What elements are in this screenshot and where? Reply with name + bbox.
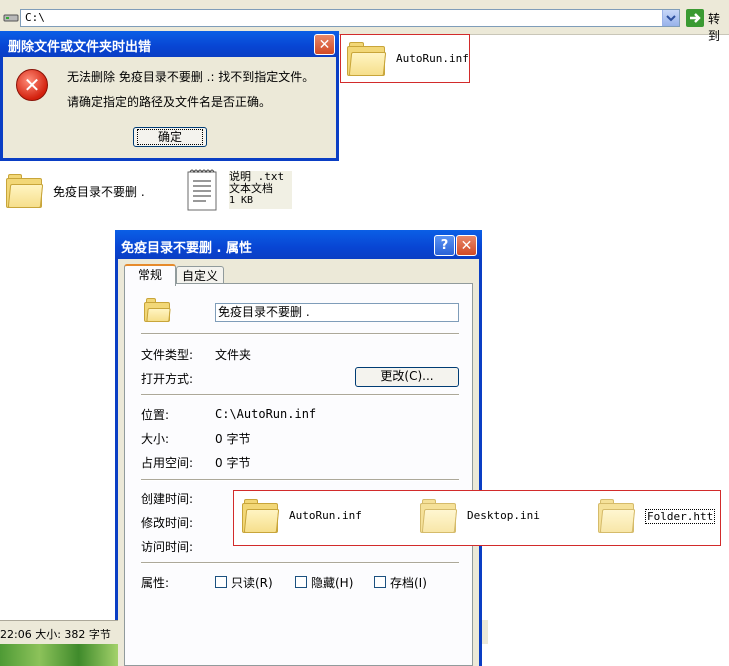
status-bar-fragment [482,620,488,644]
disk-size-label: 占用空间: [141,456,194,470]
type-label: 文件类型: [141,348,194,362]
error-hint: 请确定指定的路径及文件名是否正确。 [67,95,272,109]
go-button[interactable] [686,9,704,27]
go-label[interactable]: 转到 [708,10,729,44]
error-dialog: 删除文件或文件夹时出错 ✕ ✕ 无法删除 免疫目录不要删 .: 找不到指定文件。… [0,31,339,161]
close-icon: ✕ [318,37,331,53]
drive-icon [3,14,19,22]
close-button[interactable]: ✕ [314,34,335,55]
folder-name-input[interactable]: 免疫目录不要删 . [215,303,459,322]
address-bar: C:\ 转到 [0,0,729,43]
autorun-file-name[interactable]: AutoRun.inf [396,52,469,65]
tab-general[interactable]: 常规 [124,264,176,286]
archive-checkbox[interactable] [374,576,386,588]
properties-title: 免疫目录不要删 . 属性 [121,241,252,256]
file-desktop-ini[interactable]: Desktop.ini [467,509,540,522]
change-button[interactable]: 更改(C)... [355,367,459,387]
help-button[interactable]: ? [434,235,455,256]
location-value: C:\AutoRun.inf [215,407,317,421]
general-panel: 免疫目录不要删 . 文件类型: 文件夹 打开方式: 更改(C)... 位置: C… [124,283,473,666]
created-label: 创建时间: [141,492,194,506]
hidden-label[interactable]: 隐藏(H) [311,574,353,591]
folder-icon[interactable] [242,499,280,533]
error-dialog-titlebar[interactable]: 删除文件或文件夹时出错 ✕ [0,31,339,57]
ok-button-label: 确定 [137,129,203,145]
folder-icon[interactable] [347,42,387,76]
folder-icon[interactable] [6,174,44,208]
attributes-label: 属性: [141,576,170,590]
address-input[interactable]: C:\ [20,9,680,27]
archive-label[interactable]: 存档(I) [390,574,427,591]
folder-icon[interactable] [420,499,458,533]
hidden-checkbox[interactable] [295,576,307,588]
disk-size-value: 0 字节 [215,456,251,470]
accessed-label: 访问时间: [141,540,194,554]
readonly-checkbox[interactable] [215,576,227,588]
txt-file-size: 1 KB [229,195,254,206]
help-icon: ? [440,238,449,253]
folder-icon[interactable] [598,499,636,533]
properties-titlebar[interactable]: 免疫目录不要删 . 属性 ? ✕ [115,230,482,259]
location-label: 位置: [141,408,170,422]
type-value: 文件夹 [215,348,252,362]
error-dialog-title: 删除文件或文件夹时出错 [8,40,152,55]
txt-file-info[interactable]: 说明 .txt 文本文档 1 KB [229,171,292,209]
error-message: 无法删除 免疫目录不要删 .: 找不到指定文件。 [67,70,315,84]
close-button[interactable]: ✕ [456,235,477,256]
close-icon: ✕ [460,238,473,254]
hidden-files-highlight-box: AutoRun.inf Desktop.ini Folder.htt [233,490,721,546]
address-text: C:\ [25,11,45,24]
desktop-wallpaper [0,644,118,666]
arrow-right-icon [690,13,701,23]
file-autorun[interactable]: AutoRun.inf [289,509,362,522]
readonly-label[interactable]: 只读(R) [231,574,273,591]
size-value: 0 字节 [215,432,251,446]
error-icon: ✕ [16,69,48,101]
size-label: 大小: [141,432,170,446]
address-dropdown-button[interactable] [662,10,679,26]
text-document-icon[interactable] [186,168,218,212]
status-bar: 22:06 大小: 382 字节 [0,620,118,645]
folder-icon [144,298,171,322]
txt-file-type: 文本文档 [229,182,273,195]
modified-label: 修改时间: [141,516,194,530]
folder-main-name[interactable]: 免疫目录不要删 . [53,183,145,200]
ok-button[interactable]: 确定 [133,127,207,147]
properties-dialog: 免疫目录不要删 . 属性 ? ✕ 常规 自定义 免疫目录不要删 . 文件类型: … [115,230,482,666]
open-with-label: 打开方式: [141,372,194,386]
file-folder-htt[interactable]: Folder.htt [645,509,716,524]
status-text: 22:06 大小: 382 字节 [0,628,111,641]
chevron-down-icon [666,15,676,22]
